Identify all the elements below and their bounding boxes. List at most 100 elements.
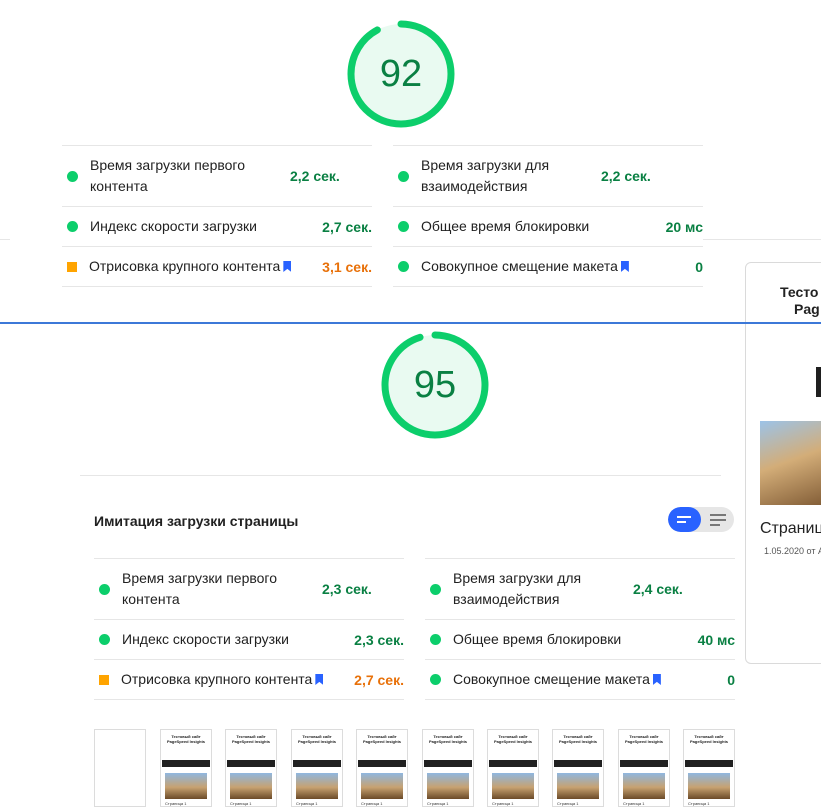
frame-caption: Страница 1 xyxy=(165,801,187,806)
metric-label: Время загрузки первого контента xyxy=(122,570,278,607)
screenshot-separator xyxy=(0,322,821,324)
frame-nav-bar xyxy=(685,760,733,767)
bookmark-icon[interactable] xyxy=(283,261,292,272)
pass-indicator-icon xyxy=(430,634,441,645)
frame-nav-bar xyxy=(424,760,472,767)
frame-image xyxy=(557,773,599,799)
frame-image xyxy=(427,773,469,799)
metric-value: 2,7 сек. xyxy=(322,218,372,235)
metric-value: 2,2 сек. xyxy=(601,168,651,184)
frame-image xyxy=(165,773,207,799)
bookmark-icon[interactable] xyxy=(652,674,661,685)
frame-title: Тестовый сайт PageSpeed Insights xyxy=(166,734,205,744)
pass-indicator-icon xyxy=(67,170,78,182)
filmstrip-frame: Тестовый сайт PageSpeed Insights Страница… xyxy=(683,729,735,807)
filmstrip-frame: Тестовый сайт PageSpeed Insights Страница… xyxy=(160,729,212,807)
pass-indicator-icon xyxy=(398,261,409,272)
frame-caption: Страница 1 xyxy=(296,801,318,806)
metric-tbt-2: Общее время блокировки 40 мс xyxy=(425,619,735,659)
metric-value: 0 xyxy=(727,671,735,688)
frame-caption: Страница 1 xyxy=(230,801,252,806)
frame-nav-bar xyxy=(489,760,537,767)
pass-indicator-icon xyxy=(99,634,110,645)
score-gauge-2: 95 xyxy=(380,330,490,440)
metric-value: 2,2 сек. xyxy=(290,168,340,184)
metric-label: Время загрузки первого контента xyxy=(90,157,246,194)
metric-label: Время загрузки для взаимодействия xyxy=(421,157,550,194)
metric-value: 0 xyxy=(695,258,703,275)
metric-label: Совокупное смещение макета xyxy=(453,671,650,687)
frame-caption: Страница 1 xyxy=(361,801,383,806)
performance-score-1: 92 xyxy=(379,52,423,95)
pass-indicator-icon xyxy=(398,170,409,182)
frame-nav-bar xyxy=(620,760,668,767)
metric-label-wrap: Совокупное смещение макета xyxy=(453,669,727,690)
metric-tti-1: Время загрузки для взаимодействия 2,2 се… xyxy=(393,145,703,206)
frame-image xyxy=(296,773,338,799)
metric-value: 2,7 сек. xyxy=(354,671,404,688)
pass-indicator-icon xyxy=(99,583,110,595)
preview-site-title: Тесто xyxy=(780,284,819,300)
frame-image xyxy=(688,773,730,799)
metric-label: Совокупное смещение макета xyxy=(421,258,618,274)
metric-label-wrap: Отрисовка крупного контента xyxy=(121,669,354,690)
preview-cheetah-image xyxy=(760,421,821,505)
metric-speed-index-2: Индекс скорости загрузки 2,3 сек. xyxy=(94,619,404,659)
frame-nav-bar xyxy=(162,760,210,767)
metric-speed-index-1: Индекс скорости загрузки 2,7 сек. xyxy=(62,206,372,246)
metric-label: Индекс скорости загрузки xyxy=(90,218,257,234)
metric-value: 20 мс xyxy=(665,218,703,235)
frame-title: Тестовый сайт PageSpeed Insights xyxy=(297,734,336,744)
metric-value: 2,4 сек. xyxy=(633,581,683,597)
metric-tbt-1: Общее время блокировки 20 мс xyxy=(393,206,703,246)
frame-title: Тестовый сайт PageSpeed Insights xyxy=(231,734,270,744)
frame-image xyxy=(492,773,534,799)
frame-title: Тестовый сайт PageSpeed Insights xyxy=(689,734,728,744)
bookmark-icon[interactable] xyxy=(620,261,629,272)
frame-caption: Страница 1 xyxy=(557,801,579,806)
metric-value: 2,3 сек. xyxy=(322,581,372,597)
score-gauge-1: 92 xyxy=(346,19,456,129)
frame-caption: Страница 1 xyxy=(492,801,514,806)
frame-title: Тестовый сайт PageSpeed Insights xyxy=(493,734,532,744)
divider xyxy=(0,239,10,240)
preview-site-title-2: Pag xyxy=(794,301,820,317)
frame-caption: Страница 1 xyxy=(688,801,710,806)
frame-caption: Страница 1 xyxy=(623,801,645,806)
frame-nav-bar xyxy=(293,760,341,767)
frame-title: Тестовый сайт PageSpeed Insights xyxy=(558,734,597,744)
frame-image xyxy=(230,773,272,799)
filmstrip-frame: Тестовый сайт PageSpeed Insights Страница… xyxy=(618,729,670,807)
filmstrip-frame: Тестовый сайт PageSpeed Insights Страница… xyxy=(487,729,539,807)
metric-label: Отрисовка крупного контента xyxy=(89,258,281,274)
metric-label: Общее время блокировки xyxy=(421,218,590,234)
view-toggle[interactable] xyxy=(668,507,734,532)
frame-caption: Страница 1 xyxy=(427,801,449,806)
filmstrip-frame-blank xyxy=(94,729,146,807)
metric-label: Индекс скорости загрузки xyxy=(122,631,289,647)
metric-lcp-2: Отрисовка крупного контента 2,7 сек. xyxy=(94,659,404,700)
bookmark-icon[interactable] xyxy=(315,674,324,685)
expanded-view-icon[interactable] xyxy=(701,507,734,532)
frame-image xyxy=(361,773,403,799)
frame-image xyxy=(623,773,665,799)
pass-indicator-icon xyxy=(67,221,78,232)
filmstrip-frame: Тестовый сайт PageSpeed Insights Страница… xyxy=(552,729,604,807)
filmstrip-frame: Тестовый сайт PageSpeed Insights Страница… xyxy=(291,729,343,807)
filmstrip-frame: Тестовый сайт PageSpeed Insights Страница… xyxy=(422,729,474,807)
divider xyxy=(703,239,821,240)
metric-fcp-2: Время загрузки первого контента 2,3 сек. xyxy=(94,558,404,619)
compact-view-icon[interactable] xyxy=(668,507,701,532)
metric-value: 2,3 сек. xyxy=(354,631,404,648)
metric-label-wrap: Совокупное смещение макета xyxy=(421,256,695,277)
metric-fcp-1: Время загрузки первого контента 2,2 сек. xyxy=(62,145,372,206)
preview-date: 1.05.2020 от А xyxy=(764,546,821,556)
frame-nav-bar xyxy=(227,760,275,767)
filmstrip-frame: Тестовый сайт PageSpeed Insights Страница… xyxy=(356,729,408,807)
pass-indicator-icon xyxy=(430,674,441,685)
frame-nav-bar xyxy=(358,760,406,767)
metric-value: 3,1 сек. xyxy=(322,258,372,275)
average-indicator-icon xyxy=(99,674,109,685)
metric-lcp-1: Отрисовка крупного контента 3,1 сек. xyxy=(62,246,372,287)
metric-label: Время загрузки для взаимодействия xyxy=(453,570,582,607)
